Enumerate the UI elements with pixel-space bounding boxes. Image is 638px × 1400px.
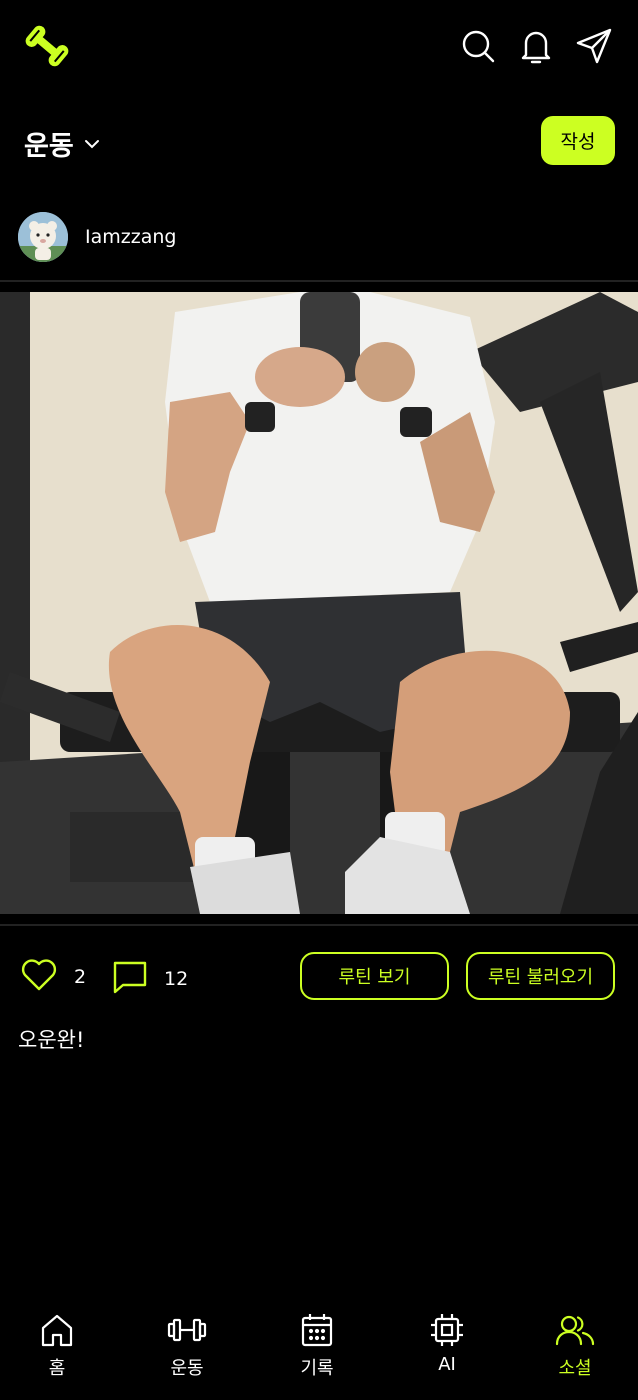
heart-icon — [20, 958, 58, 996]
nav-label: AI — [438, 1354, 456, 1375]
category-label: 운동 — [24, 131, 74, 162]
chip-icon — [429, 1312, 465, 1352]
chevron-down-icon — [84, 139, 100, 149]
avatar[interactable] — [18, 212, 68, 262]
view-routine-button[interactable]: 루틴 보기 — [300, 952, 449, 1000]
like-count: 2 — [74, 966, 87, 988]
nav-social[interactable]: 소셜 — [530, 1312, 620, 1380]
dumbbell-logo-icon[interactable] — [22, 22, 72, 70]
send-icon[interactable] — [574, 26, 614, 66]
post-caption: 오운완! — [18, 1028, 85, 1052]
load-routine-button[interactable]: 루틴 불러오기 — [466, 952, 615, 1000]
nav-label: 소셜 — [558, 1358, 592, 1379]
calendar-icon — [299, 1312, 335, 1352]
title-row: 운동 작성 — [0, 112, 638, 172]
users-icon — [555, 1312, 595, 1352]
write-button[interactable]: 작성 — [541, 116, 615, 165]
comment-button[interactable]: 12 — [112, 960, 188, 998]
nav-records[interactable]: 기록 — [272, 1312, 362, 1380]
nav-home[interactable]: 홈 — [12, 1312, 102, 1380]
nav-label: 운동 — [170, 1358, 204, 1379]
category-dropdown[interactable]: 운동 — [24, 124, 100, 163]
nav-label: 홈 — [48, 1358, 66, 1379]
search-icon[interactable] — [458, 26, 498, 66]
comment-icon — [112, 960, 148, 998]
nav-ai[interactable]: AI — [402, 1312, 492, 1375]
dumbbell-icon — [166, 1312, 208, 1352]
divider — [0, 280, 638, 282]
post-photo[interactable] — [0, 292, 638, 914]
comment-count: 12 — [164, 968, 189, 990]
home-icon — [39, 1312, 75, 1352]
like-button[interactable]: 2 — [20, 958, 86, 996]
bottom-nav: 홈 운동 기록 AI 소셜 — [0, 1300, 638, 1400]
post-header: Iamzzang — [0, 212, 638, 268]
nav-label: 기록 — [300, 1358, 334, 1379]
nav-workout[interactable]: 운동 — [142, 1312, 232, 1380]
bell-icon[interactable] — [516, 26, 556, 66]
app-header — [0, 0, 638, 96]
divider — [0, 924, 638, 926]
post-actions: 2 12 루틴 보기 루틴 불러오기 — [0, 950, 638, 1002]
post-username[interactable]: Iamzzang — [85, 226, 176, 248]
